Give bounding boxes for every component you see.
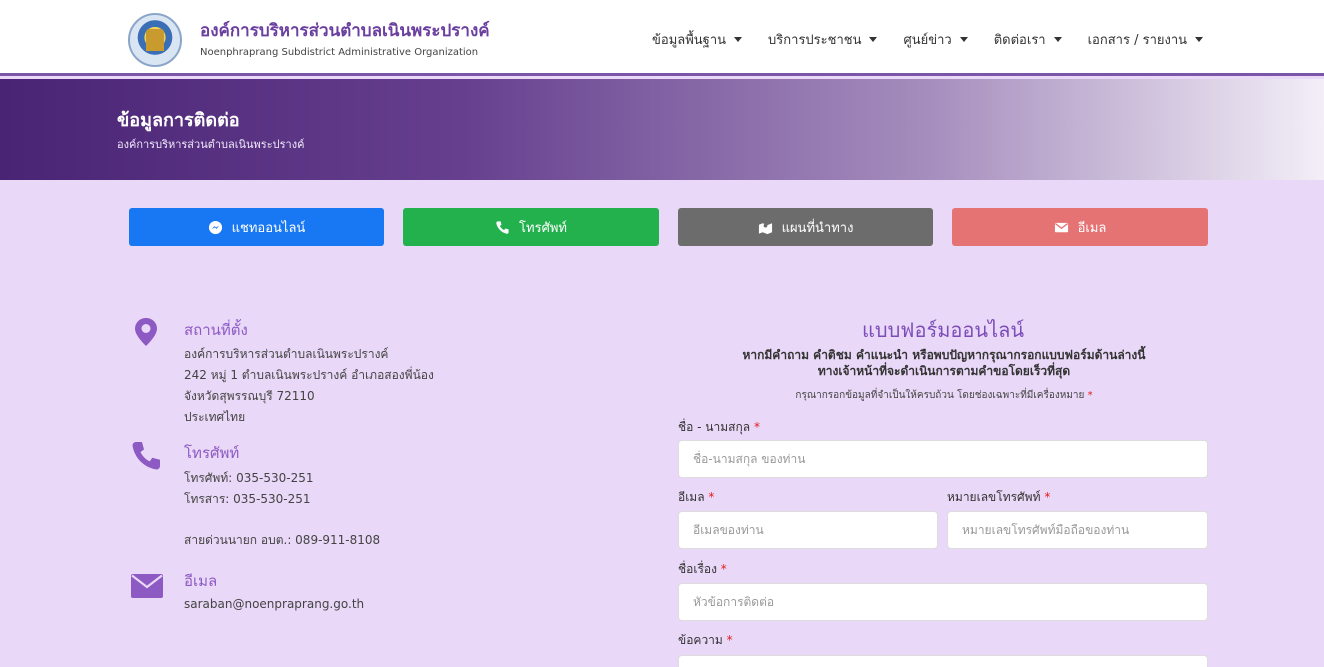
page-title: ข้อมูลการติดต่อ	[117, 110, 240, 131]
chevron-down-icon	[1195, 37, 1204, 42]
chevron-down-icon	[869, 37, 878, 42]
site-subtitle: Noenphraprang Subdistrict Administrative…	[200, 47, 479, 58]
nav-item-contact[interactable]: ติดต่อเรา	[994, 29, 1062, 50]
name-input[interactable]: ชื่อ-นามสกุล ของท่าน	[678, 440, 1208, 478]
map-icon	[758, 222, 772, 234]
form-note: กรุณากรอกข้อมูลที่จำเป็นให้ครบถ้วน โดยช่…	[795, 390, 1093, 401]
email-label: อีเมล *	[678, 490, 715, 504]
organization-logo[interactable]	[128, 13, 182, 67]
phone-number: โทรศัพท์: 035-530-251	[184, 471, 314, 485]
email-input[interactable]: อีเมลของท่าน	[678, 511, 938, 549]
nav-item-basic-info[interactable]: ข้อมูลพื้นฐาน	[652, 29, 743, 50]
phone-button[interactable]: โทรศัพท์	[403, 208, 659, 246]
phone-input[interactable]: หมายเลขโทรศัพท์มือถือของท่าน	[947, 511, 1208, 549]
phone-label: หมายเลขโทรศัพท์ *	[947, 490, 1051, 504]
messenger-icon	[208, 220, 222, 234]
nav-item-documents[interactable]: เอกสาร / รายงาน	[1088, 29, 1204, 50]
subject-input[interactable]: หัวข้อการติดต่อ	[678, 583, 1208, 621]
nav-item-news[interactable]: ศูนย์ข่าว	[903, 29, 968, 50]
message-label: ข้อความ *	[678, 633, 733, 647]
form-title: แบบฟอร์มออนไลน์	[862, 318, 1025, 342]
address-line: 242 หมู่ 1 ตำบลเนินพระปรางค์ อำเภอสองพี่…	[184, 368, 434, 382]
top-navbar: องค์การบริหารส่วนตำบลเนินพระปรางค์ Noenp…	[0, 0, 1324, 76]
email-title: อีเมล	[184, 572, 218, 590]
location-title: สถานที่ตั้ง	[184, 321, 248, 339]
chevron-down-icon	[1053, 37, 1062, 42]
fax-number: โทรสาร: 035-530-251	[184, 492, 311, 506]
subject-label: ชื่อเรื่อง *	[678, 562, 727, 576]
message-textarea[interactable]	[678, 655, 1208, 667]
address-line: จังหวัดสุพรรณบุรี 72110	[184, 389, 315, 403]
phone-title: โทรศัพท์	[184, 444, 240, 462]
hotline-number: สายด่วนนายก อบต.: 089-911-8108	[184, 533, 381, 547]
form-description: ทางเจ้าหน้าที่จะดำเนินการตามคำขอโดยเร็วท…	[817, 364, 1071, 378]
email-button[interactable]: อีเมล	[952, 208, 1208, 246]
address-line: ประเทศไทย	[184, 410, 246, 424]
mail-icon	[131, 574, 163, 598]
location-pin-icon	[135, 318, 157, 346]
nav-item-public-service[interactable]: บริการประชาชน	[768, 29, 878, 50]
map-directions-button[interactable]: แผนที่นำทาง	[678, 208, 933, 246]
name-label: ชื่อ - นามสกุล *	[678, 420, 760, 434]
phone-icon	[496, 220, 509, 234]
online-chat-button[interactable]: แชทออนไลน์	[129, 208, 384, 246]
mail-icon	[1054, 222, 1068, 232]
main-nav: ข้อมูลพื้นฐาน บริการประชาชน ศูนย์ข่าว ติ…	[652, 29, 1204, 50]
site-title[interactable]: องค์การบริหารส่วนตำบลเนินพระปรางค์	[200, 17, 490, 44]
page-subtitle: องค์การบริหารส่วนตำบลเนินพระปรางค์	[117, 138, 305, 151]
page-banner: ข้อมูลการติดต่อ องค์การบริหารส่วนตำบลเนิ…	[0, 79, 1324, 180]
chevron-down-icon	[959, 37, 968, 42]
chevron-down-icon	[734, 37, 743, 42]
phone-icon	[132, 442, 160, 470]
address-line: องค์การบริหารส่วนตำบลเนินพระปรางค์	[184, 347, 389, 361]
email-address[interactable]: saraban@noenpraprang.go.th	[184, 597, 364, 611]
